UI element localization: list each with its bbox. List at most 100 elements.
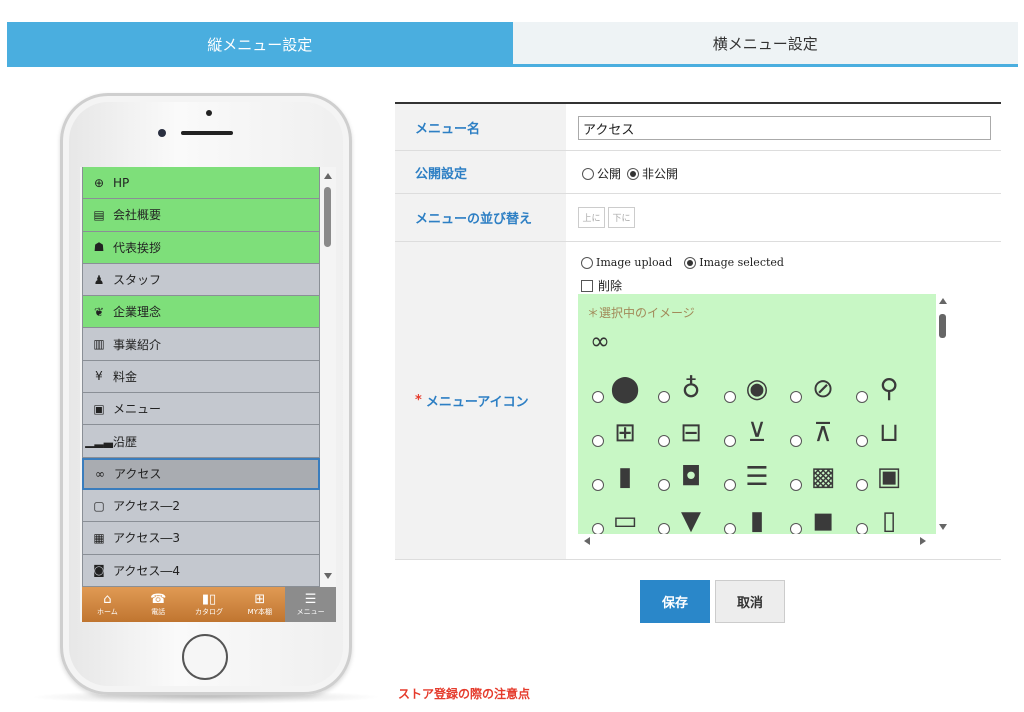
staff-icon: ♟ [93,272,105,287]
phone-menu-item[interactable]: ❦ 企業理念 [82,296,320,329]
delete-checkbox-row[interactable]: 削除 [581,277,622,294]
icon-option[interactable]: ⊔ [856,416,922,450]
phone-menu-item[interactable]: ▥ 事業紹介 [82,328,320,361]
icon-option-radio[interactable] [856,435,868,447]
icon-option-radio[interactable] [856,391,868,403]
icon-option[interactable]: ⊻ [724,416,790,450]
icon-option-radio[interactable] [658,435,670,447]
phone-menu-item[interactable]: ▦ アクセス―3 [82,522,320,555]
tab-vertical-menu[interactable]: 縦メニュー設定 [7,22,513,67]
icon-option[interactable]: ▮ [724,504,790,534]
icon-option-radio[interactable] [592,391,604,403]
icon-option[interactable]: ⊼ [790,416,856,450]
phone-menu-item[interactable]: ☗ 代表挨拶 [82,231,320,264]
image-upload-option[interactable]: Image upload [581,256,672,269]
icon-option-radio[interactable] [856,523,868,534]
menu-edit-form: メニュー名 公開設定 公開 非公開 メニューの並び替え 上に [395,102,1001,560]
phone-menu-item[interactable]: ▢ アクセス―2 [82,489,320,523]
phone-menu-item[interactable]: ◙ アクセス―4 [82,554,320,587]
bottom-nav-item[interactable]: ☎ 電話 [133,587,184,622]
bottom-nav-item[interactable]: ⊞ MY本棚 [234,587,285,622]
icon-option[interactable]: ◼ [790,504,856,534]
icon-option[interactable]: ▣ [856,460,922,494]
delete-checkbox[interactable] [581,279,593,292]
cancel-button[interactable]: 取消 [715,580,785,623]
contact-book-icon: ▣ [876,462,902,492]
icon-option[interactable]: ⊞ [592,416,658,450]
icon-option[interactable]: ⚲ [856,372,922,406]
book-icon: ⊞ [254,591,266,607]
icon-option[interactable]: ▼ [658,504,724,534]
radio-public[interactable] [582,167,594,180]
menu-name-input[interactable] [578,116,991,140]
icon-option[interactable]: ▭ [592,504,658,534]
icon-option[interactable]: ⊟ [658,416,724,450]
bottom-nav-item[interactable]: ⌂ ホーム [82,587,133,622]
icon-option-radio[interactable] [724,435,736,447]
scroll-thumb[interactable] [324,187,331,247]
radio-image-selected[interactable] [684,256,697,269]
book-star-icon: ◘ [680,462,702,492]
icon-panel-horizontal-scrollbar[interactable] [578,534,950,548]
icon-option-radio[interactable] [724,479,736,491]
icon-option-radio[interactable] [856,479,868,491]
store-registration-notes-link[interactable]: ストア登録の際の注意点 [398,685,530,702]
basket-outline-icon: ⊔ [878,418,900,448]
icon-option[interactable]: ◉ [724,372,790,406]
icon-option[interactable]: ☰ [724,460,790,494]
icon-option-radio[interactable] [724,391,736,403]
phone-menu-item[interactable]: ⊕ HP [82,167,320,200]
icon-option-radio[interactable] [592,479,604,491]
icon-option-radio[interactable] [790,435,802,447]
home-icon: ⌂ [103,591,112,607]
move-down-button[interactable]: 下に [608,207,635,228]
publish-label: 公開設定 [395,151,566,193]
phone-menu-item-label: HP [113,175,130,190]
icon-option-radio[interactable] [790,391,802,403]
icon-option[interactable]: ▩ [790,460,856,494]
publish-option-private[interactable]: 非公開 [627,165,678,182]
scroll-thumb[interactable] [939,314,946,338]
icon-option[interactable]: ◘ [658,460,724,494]
scroll-down-arrow-icon[interactable] [324,573,332,579]
icon-option[interactable]: ▯ [856,504,922,534]
icon-option[interactable]: ♁ [658,372,724,406]
map-pin-card-icon: ▢ [93,498,105,513]
icon-option-radio[interactable] [724,523,736,534]
scroll-left-arrow-icon[interactable] [584,537,590,545]
icon-option-radio[interactable] [658,391,670,403]
scroll-up-arrow-icon[interactable] [324,173,332,179]
phone-menu-item[interactable]: ▤ 会社概要 [82,199,320,232]
icon-option-radio[interactable] [592,435,604,447]
scroll-right-arrow-icon[interactable] [920,537,926,545]
icon-option-radio[interactable] [790,479,802,491]
bottom-nav-item[interactable]: ☰ メニュー [285,587,336,622]
icon-option-radio[interactable] [790,523,802,534]
icon-option-radio[interactable] [658,523,670,534]
scroll-up-arrow-icon[interactable] [939,298,947,304]
phone-menu-scrollbar[interactable] [320,167,336,585]
radio-image-upload[interactable] [581,256,593,269]
phone-menu-item[interactable]: ♟ スタッフ [82,263,320,297]
icon-option[interactable]: ▮ [592,460,658,494]
icon-panel-vertical-scrollbar[interactable] [936,294,950,534]
icon-option-radio[interactable] [592,523,604,534]
image-selected-option[interactable]: Image selected [684,256,784,269]
phone-menu-item[interactable]: ▣ メニュー [82,393,320,426]
icon-option[interactable]: ⊘ [790,372,856,406]
phone-menu-item[interactable]: ∞ アクセス [82,457,320,490]
link-icon: ∞ [95,466,105,481]
bottom-nav-item[interactable]: ▮▯ カタログ [184,587,235,622]
publish-option-public[interactable]: 公開 [582,165,621,182]
save-button[interactable]: 保存 [640,580,710,623]
radio-private[interactable] [627,167,640,180]
signal-bars-icon: ▁▂▃ [85,434,113,449]
move-up-button[interactable]: 上に [578,207,605,228]
phone-menu-item[interactable]: ¥ 料金 [82,360,320,394]
image-frame-icon: ▣ [93,401,105,416]
scroll-down-arrow-icon[interactable] [939,524,947,530]
icon-option[interactable]: ⬤ [592,372,658,406]
tab-horizontal-menu[interactable]: 横メニュー設定 [512,22,1018,67]
phone-menu-item[interactable]: ▁▂▃ 沿歴 [82,425,320,458]
icon-option-radio[interactable] [658,479,670,491]
